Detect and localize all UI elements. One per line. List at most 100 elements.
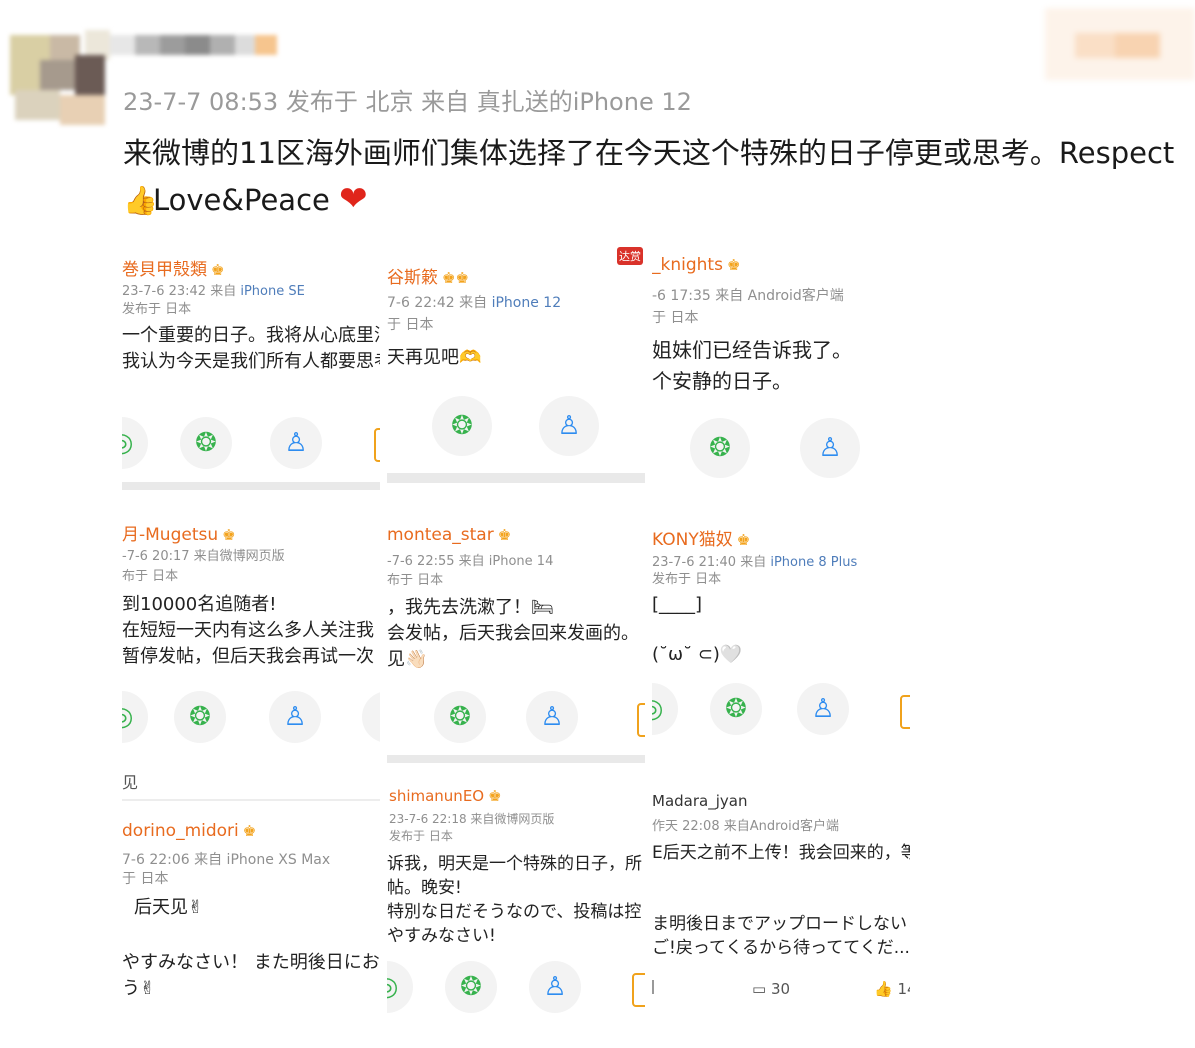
divider (652, 980, 654, 994)
card-body-line: やすみなさい! (387, 926, 496, 946)
crown-icon: ♚♚ (442, 269, 469, 287)
card-body-line: 天再见吧🫶 (387, 347, 482, 368)
screenshot-card-3[interactable]: _knights ♚ -6 17:35 来自 Android客户端 于 日本 姐妹… (652, 245, 910, 500)
card-body-line: 我认为今天是我们所有人都要思考 (122, 351, 380, 372)
post-date: 23-7-6 22:18 来自微博网页版 (389, 812, 555, 826)
share-icon[interactable]: ◎ (122, 417, 148, 469)
post-date: -7-6 20:17 来自微博网页版 (122, 549, 285, 564)
username: 巻貝甲殼類 ♚ (122, 260, 225, 280)
share-icon[interactable]: ◎ (122, 691, 148, 743)
post-location: 于 日本 (652, 310, 699, 326)
aperture-icon[interactable]: ❂ (710, 683, 762, 735)
card-body-line: [____] (652, 594, 703, 615)
qq-penguin-icon[interactable]: ♙ (800, 418, 860, 478)
card-body-line: (˘ω˘ ⊂)🤍 (652, 644, 743, 665)
card-body-line: う✌ (122, 978, 156, 999)
username: dorino_midori ♚ (122, 821, 257, 841)
aperture-icon[interactable]: ❂ (690, 418, 750, 478)
share-icon[interactable]: ◎ (387, 961, 413, 1013)
card-body-line: やすみなさい！ また明後日にお (122, 952, 380, 973)
post-location: 布于 日本 (122, 569, 179, 584)
post-date: 23-7-6 23:42 来自 iPhone SE (122, 284, 305, 299)
divider (122, 799, 380, 801)
like-icon: 👍 (874, 980, 893, 998)
aperture-icon[interactable]: ❂ (180, 417, 232, 469)
card-label: 见 (122, 773, 139, 792)
aperture-icon[interactable]: ❂ (174, 691, 226, 743)
divider (387, 473, 645, 483)
card-body-line: ，我先去洗漱了！🛏 (387, 597, 554, 618)
comment-count[interactable]: ▭ 30 (752, 980, 790, 998)
screenshot-card-2[interactable]: 谷斯簌 ♚♚ 7-6 22:42 来自 iPhone 12 于 日本 天再见吧🫶 … (387, 245, 645, 485)
username: _knights ♚ (652, 255, 741, 275)
aperture-icon[interactable]: ❂ (432, 396, 492, 456)
post-date: 7-6 22:06 来自 iPhone XS Max (122, 852, 331, 868)
username: Madara_jyan (652, 792, 748, 810)
like-count[interactable]: 👍 14 (874, 980, 910, 998)
qq-penguin-icon[interactable]: ♙ (529, 961, 581, 1013)
edge-icon (900, 695, 910, 729)
card-body-line: 一个重要的日子。我将从心底里消 (122, 325, 380, 346)
edge-icon (637, 703, 645, 737)
username: KONY猫奴 ♚ (652, 530, 751, 550)
crown-icon: ♚ (488, 787, 502, 805)
username: shimanunEO ♚ (389, 787, 502, 805)
post-date: -7-6 22:55 来自 iPhone 14 (387, 554, 554, 569)
crown-icon: ♚ (726, 256, 741, 274)
username: 谷斯簌 ♚♚ (387, 268, 469, 288)
card-body-line: ま明後日までアップロードしないこ (652, 914, 910, 934)
screenshot-card-1[interactable]: 巻貝甲殼類 ♚ 23-7-6 23:42 来自 iPhone SE 发布于 日本 … (122, 245, 380, 490)
post-meta: 23-7-7 08:53 发布于 北京 来自 真扎送的iPhone 12 (123, 88, 692, 116)
blurred-region (1045, 8, 1195, 80)
aperture-icon[interactable]: ❂ (434, 691, 486, 743)
screenshot-card-8[interactable]: shimanunEO ♚ 23-7-6 22:18 来自微博网页版 发布于 日本 … (387, 775, 645, 1025)
divider (122, 482, 380, 490)
share-icon[interactable]: ◎ (652, 683, 678, 735)
post-text: 来微博的11区海外画师们集体选择了在今天这个特殊的日子停更或思考。Respect… (123, 130, 1183, 224)
crown-icon: ♚ (222, 526, 236, 544)
divider (387, 755, 645, 763)
qq-penguin-icon[interactable]: ♙ (526, 691, 578, 743)
card-body-line: 到10000名追随者! (122, 594, 277, 615)
post-location: 于 日本 (122, 871, 169, 887)
post-location: 布于 日本 (387, 573, 444, 588)
reward-badge: 达赏 (617, 247, 643, 265)
comment-icon: ▭ (752, 980, 767, 998)
post-text-love: Love&Peace (153, 183, 330, 217)
qq-penguin-icon[interactable]: ♙ (270, 417, 322, 469)
post-text-line2: 👍Love&Peace ❤ (123, 176, 1183, 224)
post-date: -6 17:35 来自 Android客户端 (652, 288, 844, 304)
card-body-line: ご!戻ってくるから待っててくだ... (652, 938, 910, 958)
crown-icon: ♚ (211, 261, 225, 279)
post-location: 发布于 日本 (389, 829, 453, 843)
screenshot-card-7[interactable]: 见 dorino_midori ♚ 7-6 22:06 来自 iPhone XS … (122, 765, 380, 1027)
edge-icon (632, 973, 645, 1007)
card-body-line: 见👋🏻 (387, 649, 428, 670)
card-body-line: 在短短一天内有这么多人关注我 (122, 620, 374, 641)
heart-icon: ❤ (339, 179, 368, 219)
thumbs-up-icon: 👍 (123, 184, 158, 217)
screenshot-card-6[interactable]: KONY猫奴 ♚ 23-7-6 21:40 来自 iPhone 8 Plus 发布… (652, 515, 910, 760)
screenshot-card-4[interactable]: 月-Mugetsu ♚ -7-6 20:17 来自微博网页版 布于 日本 到100… (122, 510, 380, 760)
post-location: 于 日本 (387, 317, 434, 333)
qq-penguin-icon[interactable]: ♙ (539, 396, 599, 456)
card-body-line: E后天之前不上传！我会回来的，等 (652, 843, 910, 863)
aperture-icon[interactable]: ❂ (445, 961, 497, 1013)
username: montea_star ♚ (387, 525, 512, 545)
screenshot-card-5[interactable]: montea_star ♚ -7-6 22:55 来自 iPhone 14 布于 … (387, 515, 645, 763)
card-body-line: 后天见✌ (134, 897, 204, 918)
crown-icon: ♚ (497, 526, 512, 544)
screenshot-card-9[interactable]: Madara_jyan 作天 22:08 来自Android客户端 E后天之前不… (652, 770, 910, 1020)
card-body-line: 暂停发帖，但后天我会再试一次 (122, 646, 374, 667)
post-date: 7-6 22:42 来自 iPhone 12 (387, 295, 562, 311)
post-location: 发布于 日本 (122, 302, 192, 317)
card-body-line: 会发帖，后天我会回来发画的。 (387, 623, 639, 644)
post-date: 作天 22:08 来自Android客户端 (652, 819, 839, 834)
card-body-line: 姐妹们已经告诉我了。 (652, 338, 852, 362)
edge-icon (374, 428, 380, 462)
card-body-line: 个安静的日子。 (652, 369, 792, 393)
qq-penguin-icon[interactable]: ♙ (269, 691, 321, 743)
card-body-line: 特別な日だそうなので、投稿は控 (387, 902, 642, 922)
more-icon[interactable] (362, 691, 380, 743)
qq-penguin-icon[interactable]: ♙ (797, 683, 849, 735)
